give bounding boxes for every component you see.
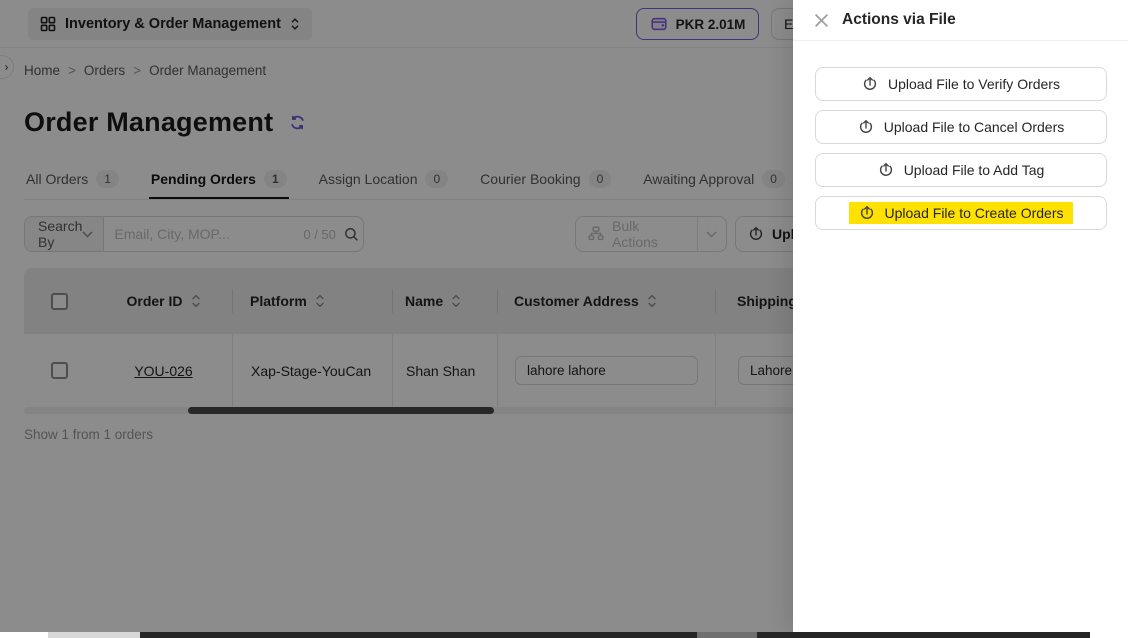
- drawer-action-label: Upload File to Verify Orders: [888, 76, 1060, 92]
- actions-via-file-drawer: Actions via File Upload File to Verify O…: [793, 0, 1128, 632]
- upload-file-create-orders-button[interactable]: Upload File to Create Orders: [815, 196, 1107, 230]
- upload-file-add-tag-button[interactable]: Upload File to Add Tag: [815, 153, 1107, 187]
- bottom-scrollbar: [0, 632, 1128, 638]
- drawer-action-label: Upload File to Create Orders: [885, 205, 1064, 221]
- upload-icon: [858, 119, 874, 135]
- bottom-scrollbar-thumb[interactable]: [757, 632, 1090, 638]
- upload-file-cancel-orders-button[interactable]: Upload File to Cancel Orders: [815, 110, 1107, 144]
- bottom-scrollbar-segment: [697, 632, 757, 638]
- drawer-overlay-mask[interactable]: [0, 0, 793, 632]
- upload-icon: [878, 162, 894, 178]
- highlight-annotation: Upload File to Create Orders: [849, 202, 1074, 224]
- app-root: Inventory & Order Management PKR 2.01M E…: [0, 0, 1128, 638]
- upload-file-verify-orders-button[interactable]: Upload File to Verify Orders: [815, 67, 1107, 101]
- drawer-title: Actions via File: [842, 11, 956, 29]
- close-icon[interactable]: [812, 11, 830, 29]
- bottom-scrollbar-thumb[interactable]: [140, 632, 697, 638]
- drawer-header: Actions via File: [793, 0, 1128, 41]
- drawer-action-label: Upload File to Add Tag: [904, 162, 1045, 178]
- bottom-scrollbar-segment: [48, 632, 140, 638]
- upload-icon: [859, 205, 875, 221]
- upload-icon: [862, 76, 878, 92]
- drawer-action-label: Upload File to Cancel Orders: [884, 119, 1065, 135]
